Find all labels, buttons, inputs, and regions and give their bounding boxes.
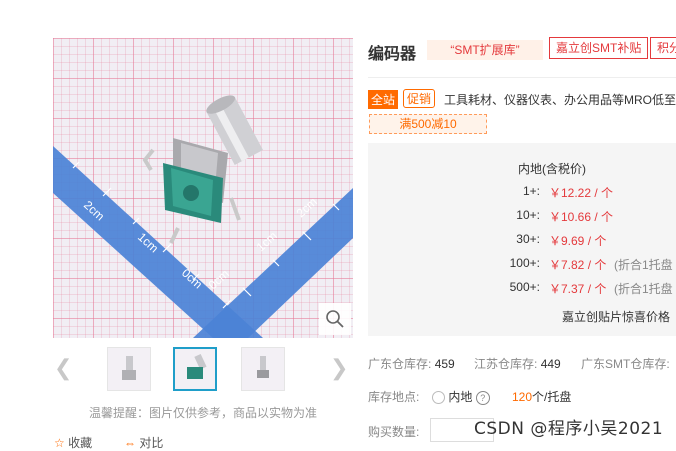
tier-note: (折合1托盘 [614,258,673,272]
tier-quantity: 1+: [522,184,540,198]
thumbnail[interactable] [107,347,151,391]
stock-value: 449 [540,357,561,371]
stock-value: 459 [434,357,455,371]
tier-price: ￥12.22 / 个 [549,186,614,200]
stock-label: 广东SMT仓库存: [581,357,670,371]
tier-quantity: 30+: [516,232,540,246]
ruler-label: 0cm [206,267,232,293]
compare-link[interactable]: ⇔ 对比 [124,434,163,451]
stock-label: 广东仓库存: [368,357,432,371]
per-tray-value: 120 [512,390,533,404]
quantity-label: 购买数量: [368,423,419,440]
thumbnail-image [122,356,136,380]
promotion-text[interactable]: 工具耗材、仪器仪表、办公用品等MRO低至 [444,91,676,108]
per-tray: 120个/托盘 [512,388,571,405]
thumbnail-image [257,356,269,378]
collect-label: 收藏 [68,436,93,450]
help-icon[interactable]: ? [475,390,490,405]
encoder-photo: 2cm 1cm 0cm 2cm 1cm 0cm [53,95,353,338]
per-tray-unit: 个/托盘 [532,390,572,404]
promotion-badge: 促销 [403,89,436,108]
tier-price: ￥7.82 / 个 [549,258,607,272]
compare-icon: ⇔ [124,436,136,450]
image-notice: 温馨提醒：图片仅供参考，商品以实物为准 [89,406,318,420]
tier-quantity: 500+: [509,280,540,294]
stock-guangdong: 广东仓库存: 459 [368,355,455,372]
stock-jiangsu: 江苏仓库存: 449 [474,355,561,372]
next-image-arrow-icon[interactable]: ❯ [330,355,348,381]
prev-image-arrow-icon[interactable]: ❮ [54,355,72,381]
ruler-label: 1cm [254,229,280,255]
stock-label: 江苏仓库存: [474,357,538,371]
sitewide-badge: 全站 [368,90,399,109]
thumbnail-image [187,353,207,379]
tier-quantity: 10+: [516,208,540,222]
tier-price: ￥7.37 / 个 [549,282,607,296]
watermark: CSDN @程序小吴2021 [474,419,664,439]
stock-smt: 广东SMT仓库存: [581,355,670,372]
thumbnail[interactable] [241,347,285,391]
collect-link[interactable]: ☆ 收藏 [54,434,92,451]
thumbnail-active[interactable] [173,347,217,391]
coupon-button[interactable]: 满500减10 [369,114,487,134]
tier-note: (折合1托盘 [614,282,673,296]
compare-label: 对比 [139,436,164,450]
points-tag[interactable]: 积分 [650,37,676,59]
location-label: 库存地点: [368,390,420,404]
zoom-button[interactable] [319,303,351,335]
smt-library-tag[interactable]: “SMT扩展库” [427,40,543,60]
product-title: 编码器 [368,46,417,63]
product-image[interactable]: 2cm 1cm 0cm 2cm 1cm 0cm [53,38,353,338]
radio-icon[interactable] [432,391,445,405]
tier-price: ￥10.66 / 个 [549,210,614,224]
stock-location-label: 库存地点: [368,388,419,405]
quantity-label-text: 购买数量: [368,425,420,439]
tier-price: ￥9.69 / 个 [549,234,607,248]
ruler-label: 2cm [294,195,320,221]
location-option-label: 内地 [448,390,473,404]
divider [368,77,676,78]
smt-subsidy-tag[interactable]: 嘉立创SMT补贴 [549,37,649,59]
reel-price-link[interactable]: 嘉立创贴片惊喜价格 [562,308,670,325]
tier-quantity: 100+: [509,256,540,270]
magnifier-icon [326,310,344,328]
star-icon: ☆ [54,436,65,450]
price-header: 内地(含税价) [518,162,586,176]
location-option[interactable]: 内地 ? [432,388,490,405]
